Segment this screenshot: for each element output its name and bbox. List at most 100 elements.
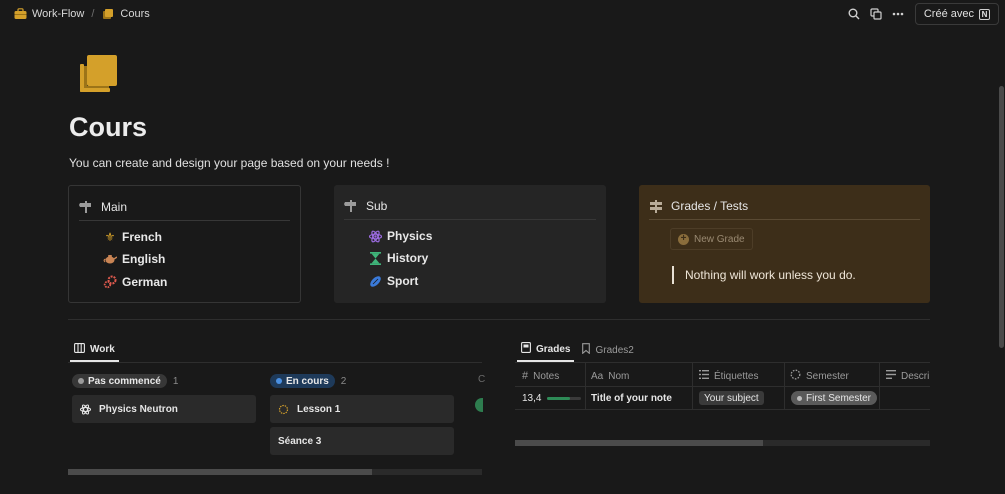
grades-tabs-underline	[515, 362, 930, 363]
more-options-icon[interactable]	[887, 3, 909, 25]
board-card-lesson-1[interactable]: Lesson 1	[270, 395, 454, 423]
board-card-physics-neutron[interactable]: Physics Neutron	[72, 395, 256, 423]
subject-tag: Your subject	[699, 391, 764, 405]
breadcrumb-page-label: Cours	[120, 8, 150, 20]
status-badge: En cours	[270, 374, 335, 388]
sub-card-heading: Sub	[344, 199, 387, 213]
list-item-english[interactable]: English	[103, 252, 165, 266]
tab-grades-label: Grades	[536, 343, 571, 355]
group-count: 2	[340, 375, 347, 387]
work-tabs: Work	[70, 338, 119, 362]
list-item-french[interactable]: ⚜ French	[103, 230, 162, 244]
top-bar: Work-Flow / Cours Créé avec N	[0, 0, 1005, 28]
column-header-label: Étiquettes	[714, 370, 759, 382]
list-item-label: Physics	[387, 229, 433, 243]
board-card-title: Lesson 1	[297, 403, 341, 415]
duplicate-icon[interactable]	[865, 3, 887, 25]
text-lines-icon	[886, 370, 896, 382]
gears-icon	[103, 275, 117, 289]
created-with-button[interactable]: Créé avec N	[914, 3, 999, 25]
column-header-nom[interactable]: Aa Nom	[591, 366, 629, 386]
column-header-notes[interactable]: # Notes	[522, 366, 559, 386]
status-dot	[797, 395, 802, 401]
sub-card: Sub Physics History Sport	[334, 185, 606, 303]
atom-icon	[80, 403, 91, 415]
main-card-title: Main	[101, 200, 128, 214]
list-item-physics[interactable]: Physics	[368, 229, 432, 243]
list-item-label: German	[122, 275, 168, 289]
semester-badge: First Semester	[791, 391, 878, 405]
breadcrumb-workspace-label: Work-Flow	[32, 8, 85, 20]
list-icon	[699, 370, 709, 382]
page-icon[interactable]	[77, 52, 119, 94]
grades-card-heading: Grades / Tests	[649, 199, 748, 213]
list-item-sport[interactable]: Sport	[368, 274, 418, 288]
sub-card-title: Sub	[366, 199, 388, 213]
column-header-label: Nom	[608, 370, 630, 382]
tab-work[interactable]: Work	[70, 338, 119, 362]
work-horizontal-scrollbar[interactable]	[68, 469, 482, 475]
cell-nom[interactable]: Title of your note	[591, 388, 672, 408]
group-count: 1	[172, 375, 179, 387]
signpost-icon	[344, 199, 358, 213]
board-card-title: Physics Neutron	[99, 403, 178, 415]
rugby-ball-icon	[368, 274, 382, 288]
page-description[interactable]: You can create and design your page base…	[69, 156, 389, 170]
hidden-group-label: C	[478, 374, 486, 385]
teapot-icon	[103, 252, 117, 266]
sub-card-divider	[344, 219, 596, 220]
column-header-semester[interactable]: Semester	[790, 366, 849, 386]
list-item-german[interactable]: German	[103, 275, 167, 289]
page-title[interactable]: Cours	[69, 112, 147, 143]
status-dot	[276, 378, 282, 384]
cell-semester[interactable]: First Semester	[791, 388, 878, 408]
group-in-progress[interactable]: En cours 2	[270, 374, 346, 388]
breadcrumb-page[interactable]: Cours	[101, 0, 150, 28]
main-card-heading: Main	[79, 200, 127, 214]
atom-icon	[368, 229, 382, 243]
group-not-started[interactable]: Pas commencé 1	[72, 374, 178, 388]
grades-horizontal-scrollbar[interactable]	[515, 440, 930, 446]
table-row-line	[515, 409, 930, 410]
tab-work-label: Work	[90, 343, 115, 355]
page-scrollbar[interactable]	[997, 28, 1005, 494]
grades-scrollbar-thumb[interactable]	[515, 440, 763, 446]
fleur-de-lis-icon: ⚜	[104, 230, 116, 244]
work-scrollbar-thumb[interactable]	[68, 469, 372, 475]
tab-grades[interactable]: Grades	[517, 338, 575, 362]
bookmark-icon	[582, 343, 591, 357]
board-icon	[74, 342, 85, 356]
list-item-label: History	[387, 251, 429, 265]
column-header-label: Descri	[901, 370, 930, 382]
note-value: 13,4	[522, 392, 542, 404]
cell-etiquettes[interactable]: Your subject	[699, 388, 764, 408]
column-header-etiquettes[interactable]: Étiquettes	[699, 366, 758, 386]
grades-card-divider	[649, 219, 920, 220]
plus-icon: +	[678, 233, 689, 245]
main-card-divider	[79, 220, 290, 221]
status-badge: Pas commencé	[72, 374, 167, 388]
grades-card: Grades / Tests + New Grade Nothing will …	[639, 185, 930, 303]
title-type-icon: Aa	[591, 370, 604, 382]
grades-card-title: Grades / Tests	[671, 199, 749, 213]
column-header-description[interactable]: Descri	[886, 366, 930, 386]
list-item-label: English	[122, 252, 166, 266]
semester-label: First Semester	[806, 392, 872, 404]
grades-tabs: Grades Grades2	[517, 338, 638, 362]
cell-note[interactable]: 13,4	[522, 388, 582, 408]
briefcase-icon	[13, 7, 27, 21]
tab-grades2[interactable]: Grades2	[578, 338, 637, 362]
signpost-icon	[79, 200, 93, 214]
page-scrollbar-thumb[interactable]	[999, 86, 1004, 348]
note-progress-bar	[547, 396, 582, 400]
new-grade-label: New Grade	[694, 233, 745, 245]
section-divider	[68, 319, 930, 320]
quote-block[interactable]: Nothing will work unless you do.	[672, 266, 856, 284]
new-grade-button[interactable]: + New Grade	[670, 228, 753, 250]
search-icon[interactable]	[843, 3, 865, 25]
breadcrumb-workspace[interactable]: Work-Flow	[13, 0, 84, 28]
work-tabs-underline	[68, 362, 482, 363]
tab-grades2-label: Grades2	[595, 344, 634, 356]
list-item-history[interactable]: History	[368, 251, 428, 265]
board-card-seance-3[interactable]: Séance 3	[270, 427, 454, 455]
